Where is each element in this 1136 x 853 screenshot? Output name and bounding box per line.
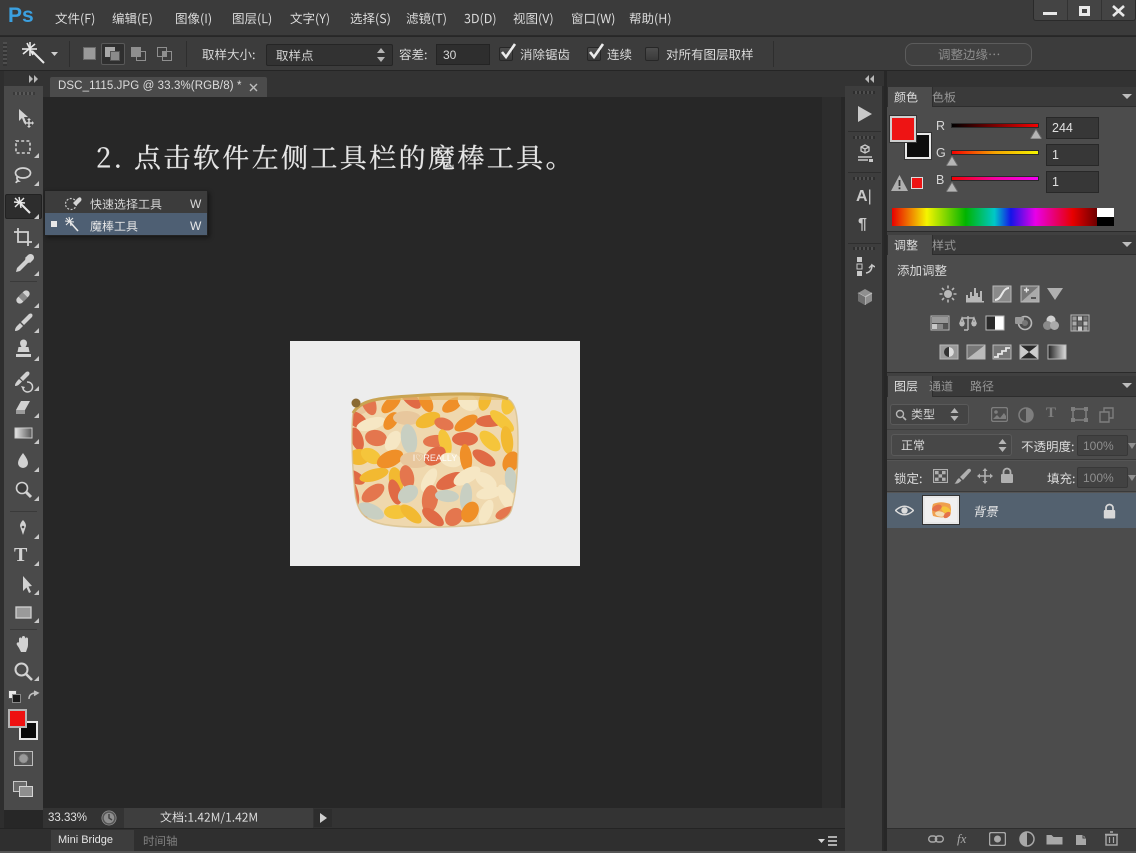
svg-text:I♡REALLY: I♡REALLY xyxy=(413,453,457,463)
